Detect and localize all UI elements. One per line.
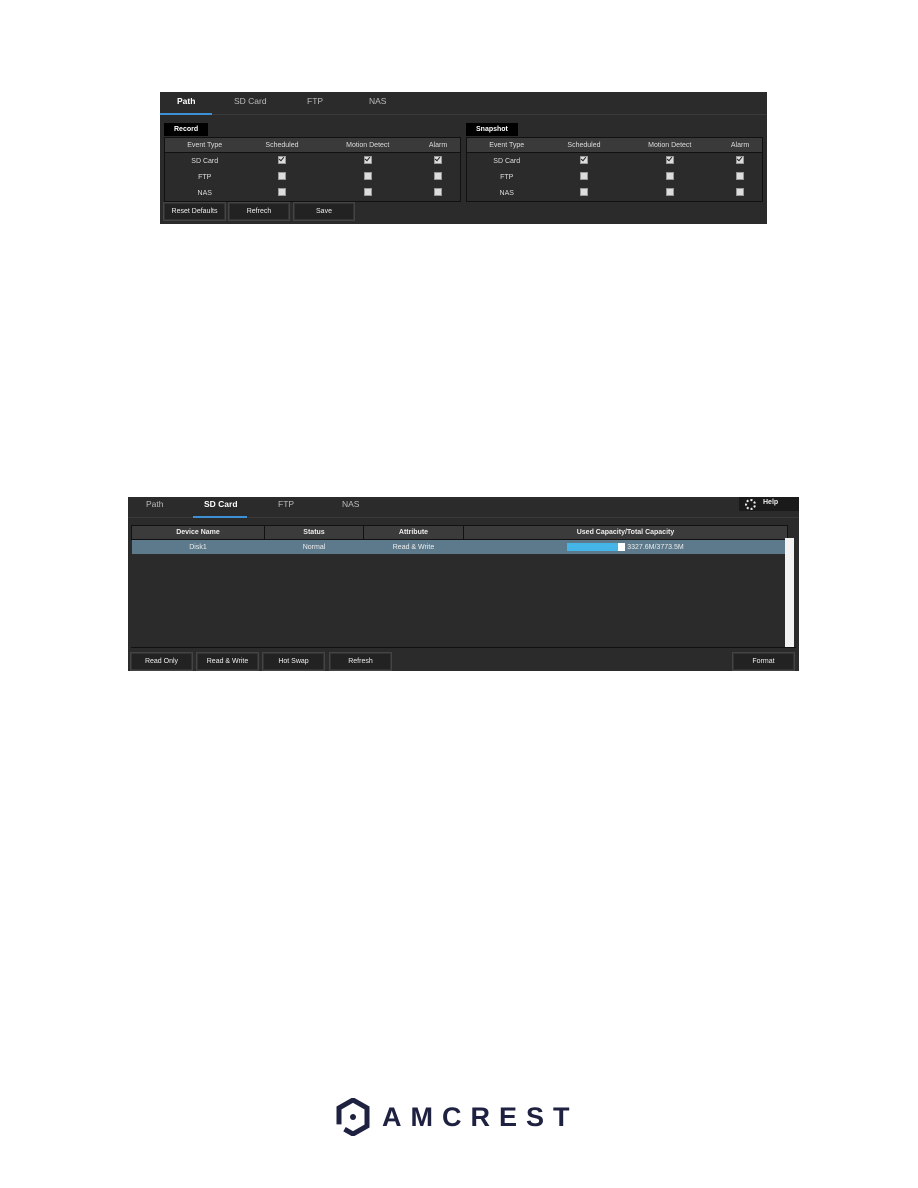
- tab-nas[interactable]: NAS: [342, 499, 359, 509]
- event-type: NAS: [197, 189, 212, 197]
- read-write-button[interactable]: Read & Write: [196, 652, 259, 671]
- active-tab-indicator: [160, 113, 212, 115]
- event-type: FTP: [500, 173, 514, 181]
- brand-name: AMCREST: [382, 1101, 579, 1132]
- table-row: SD Card: [467, 153, 763, 170]
- record-ftp-motion-checkbox[interactable]: [363, 172, 372, 180]
- capacity-bar-fill: [567, 543, 619, 551]
- event-type: SD Card: [493, 157, 521, 165]
- save-button[interactable]: Save: [293, 202, 355, 221]
- help-button[interactable]: Help: [739, 497, 799, 511]
- tab-nas[interactable]: NAS: [369, 96, 386, 106]
- col-capacity: Used Capacity/Total Capacity: [463, 525, 788, 540]
- snapshot-ftp-motion-checkbox[interactable]: [665, 172, 674, 180]
- col-attribute: Attribute: [363, 525, 464, 540]
- tab-path[interactable]: Path: [146, 499, 164, 509]
- sd-card-panel: Path SD Card FTP NAS Help Device Name St…: [128, 497, 799, 671]
- snapshot-sd-alarm-checkbox[interactable]: [736, 156, 745, 164]
- col-scheduled: Scheduled: [244, 137, 320, 153]
- refresh-button[interactable]: Refresh: [329, 652, 392, 671]
- col-status: Status: [264, 525, 364, 540]
- col-event-type: Event Type: [164, 137, 245, 153]
- amcrest-hexagon-icon: [336, 1098, 370, 1136]
- event-type: SD Card: [191, 157, 219, 165]
- record-sd-alarm-checkbox[interactable]: [434, 156, 443, 164]
- col-event-type: Event Type: [466, 137, 547, 153]
- snapshot-ftp-alarm-checkbox[interactable]: [736, 172, 745, 180]
- active-tab-indicator: [193, 516, 247, 518]
- event-type: FTP: [198, 173, 212, 181]
- col-alarm: Alarm: [416, 137, 461, 153]
- sd-card-table: Device Name Status Attribute Used Capaci…: [131, 525, 788, 554]
- capacity-bar: [567, 543, 626, 551]
- tab-path[interactable]: Path: [177, 96, 195, 106]
- tab-bar: Path SD Card FTP NAS: [160, 92, 767, 115]
- tab-sd-card[interactable]: SD Card: [204, 499, 238, 509]
- help-label: Help: [763, 499, 779, 506]
- read-only-button[interactable]: Read Only: [130, 652, 193, 671]
- amcrest-logo: AMCREST: [336, 1098, 579, 1136]
- attribute: Read & Write: [363, 539, 464, 554]
- tab-ftp[interactable]: FTP: [278, 499, 294, 509]
- snapshot-ftp-scheduled-checkbox[interactable]: [579, 172, 588, 180]
- hot-swap-button[interactable]: Hot Swap: [262, 652, 325, 671]
- event-type: NAS: [499, 189, 514, 197]
- record-label: Record: [164, 123, 209, 136]
- record-nas-motion-checkbox[interactable]: [363, 188, 372, 196]
- record-nas-scheduled-checkbox[interactable]: [277, 188, 286, 196]
- format-button[interactable]: Format: [732, 652, 795, 671]
- snapshot-nas-scheduled-checkbox[interactable]: [579, 188, 588, 196]
- snapshot-sd-scheduled-checkbox[interactable]: [579, 156, 588, 164]
- table-row: NAS: [467, 185, 763, 202]
- record-nas-alarm-checkbox[interactable]: [434, 188, 443, 196]
- col-motion-detect: Motion Detect: [621, 137, 719, 153]
- record-sd-motion-checkbox[interactable]: [363, 156, 372, 164]
- table-row: SD Card: [165, 153, 461, 170]
- snapshot-table: Event Type Scheduled Motion Detect Alarm…: [466, 137, 763, 202]
- col-alarm: Alarm: [718, 137, 763, 153]
- snapshot-nas-motion-checkbox[interactable]: [665, 188, 674, 196]
- snapshot-sd-motion-checkbox[interactable]: [665, 156, 674, 164]
- tab-ftp[interactable]: FTP: [307, 96, 323, 106]
- reset-defaults-button[interactable]: Reset Defaults: [163, 202, 226, 221]
- record-ftp-scheduled-checkbox[interactable]: [277, 172, 286, 180]
- col-motion-detect: Motion Detect: [319, 137, 417, 153]
- record-sd-scheduled-checkbox[interactable]: [277, 156, 286, 164]
- scrollbar[interactable]: [785, 538, 794, 647]
- tab-bar: Path SD Card FTP NAS: [128, 497, 799, 518]
- capacity-cell: 3327.6M/3773.5M: [463, 539, 788, 554]
- record-table: Event Type Scheduled Motion Detect Alarm…: [164, 137, 461, 202]
- device-name: Disk1: [131, 539, 265, 554]
- table-row: FTP: [165, 169, 461, 185]
- col-device-name: Device Name: [131, 525, 265, 540]
- help-icon: [745, 499, 756, 510]
- snapshot-nas-alarm-checkbox[interactable]: [736, 188, 745, 196]
- table-row[interactable]: Disk1 Normal Read & Write 3327.6M/3773.5…: [131, 539, 788, 554]
- col-scheduled: Scheduled: [546, 137, 622, 153]
- capacity-text: 3327.6M/3773.5M: [627, 543, 684, 551]
- storage-path-panel: Path SD Card FTP NAS Record Event Type S…: [160, 92, 767, 224]
- table-row: FTP: [467, 169, 763, 185]
- tab-sd-card[interactable]: SD Card: [234, 96, 267, 106]
- snapshot-label: Snapshot: [466, 123, 518, 136]
- refresh-button[interactable]: Refrech: [228, 202, 290, 221]
- record-ftp-alarm-checkbox[interactable]: [434, 172, 443, 180]
- table-row: NAS: [165, 185, 461, 202]
- status: Normal: [264, 539, 364, 554]
